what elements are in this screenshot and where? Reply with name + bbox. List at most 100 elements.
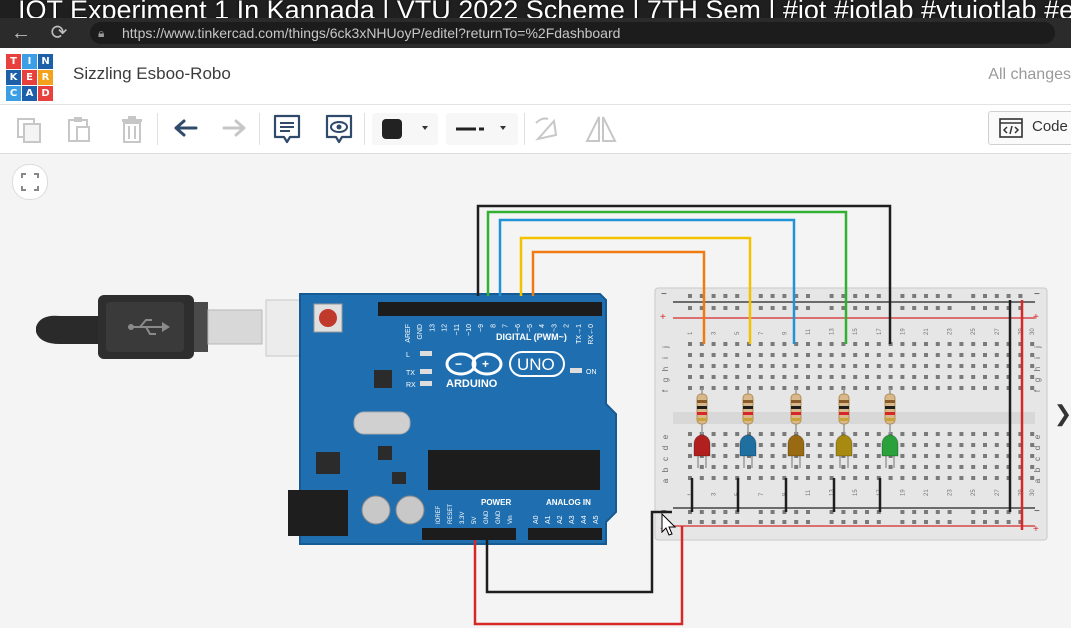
rail-hole: [806, 510, 810, 514]
rail-hole: [853, 520, 858, 524]
arduino-uno-board[interactable]: AREF GND 13 12 ~11 ~10 ~9 8 7 ~6 ~5 4 ~3 2 TX→1 RX←0 DI…: [288, 293, 617, 545]
reset-button[interactable]: [319, 309, 337, 327]
resistor-band: [743, 412, 753, 415]
usb-cable[interactable]: [36, 295, 345, 359]
led[interactable]: [835, 434, 853, 457]
breadboard-hole: [817, 454, 822, 458]
color-swatch-icon[interactable]: [372, 113, 438, 145]
rail-hole: [947, 510, 952, 514]
column-number: 23: [948, 489, 954, 496]
breadboard-hole: [723, 386, 728, 390]
back-arrow-icon[interactable]: ←: [8, 21, 34, 45]
breadboard-hole: [782, 353, 787, 357]
rail-hole: [794, 520, 799, 524]
notes-icon[interactable]: [272, 113, 302, 145]
column-number: 15: [853, 489, 859, 496]
project-title[interactable]: Sizzling Esboo-Robo: [73, 64, 231, 84]
breadboard-hole: [935, 386, 940, 390]
rail-hole: [699, 520, 704, 524]
breadboard-hole: [723, 375, 728, 379]
rail-hole: [924, 294, 928, 298]
reload-icon[interactable]: ⟳: [46, 21, 72, 45]
breadboard-hole: [935, 375, 940, 379]
breadboard-hole: [900, 454, 905, 458]
redo-icon[interactable]: [220, 113, 250, 145]
breadboard-hole: [865, 386, 869, 390]
breadboard-hole: [841, 465, 846, 469]
flip-icon[interactable]: [584, 113, 618, 145]
breadboard-hole: [699, 375, 704, 379]
notes-visibility-icon[interactable]: [324, 113, 354, 145]
breadboard-hole: [782, 375, 787, 379]
circuit-drawing: AREF GND 13 12 ~11 ~10 ~9 8 7 ~6 ~5 4 ~3 2 TX→1 RX←0 DI…: [36, 204, 1048, 626]
power-pin-label: 3.3V: [460, 512, 466, 524]
circuit-canvas[interactable]: AREF GND 13 12 ~11 ~10 ~9 8 7 ~6 ~5 4 ~3 2 TX→1 RX←0 DI…: [0, 154, 1071, 628]
column-number: 11: [806, 328, 812, 335]
led[interactable]: [739, 434, 757, 457]
breadboard-hole: [983, 443, 987, 447]
breadboard-hole: [983, 342, 987, 346]
breadboard-hole: [947, 432, 952, 436]
rotate-icon[interactable]: [532, 113, 562, 145]
rail-hole: [983, 306, 987, 310]
digital-header: [378, 302, 602, 316]
line-style-icon[interactable]: [446, 113, 518, 145]
breadboard-hole: [971, 342, 976, 346]
column-number: 21: [924, 328, 930, 335]
breadboard-hole: [758, 375, 763, 379]
breadboard-hole: [912, 353, 917, 357]
rail-hole: [876, 306, 881, 310]
url-field[interactable]: 🔒︎ https://www.tinkercad.com/things/6ck3…: [90, 22, 1055, 44]
breadboard[interactable]: − + − + − + − + jjiihhggffeeddccbbaa1133…: [654, 287, 1048, 541]
row-letter: e: [1033, 434, 1042, 439]
delete-icon[interactable]: [117, 113, 147, 145]
breadboard-hole: [806, 454, 810, 458]
breadboard-hole: [758, 432, 763, 436]
led[interactable]: [693, 434, 711, 457]
led[interactable]: [787, 434, 805, 457]
breadboard-hole: [735, 454, 740, 458]
rail-hole: [770, 520, 775, 524]
undo-icon[interactable]: [170, 113, 200, 145]
breadboard-hole: [829, 342, 834, 346]
breadboard-hole: [994, 476, 999, 480]
breadboard-hole: [983, 432, 987, 436]
breadboard-hole: [912, 454, 917, 458]
breadboard-hole: [817, 443, 822, 447]
rail-hole: [935, 306, 940, 310]
breadboard-hole: [935, 364, 940, 368]
chevron-right-icon[interactable]: ❯: [1053, 394, 1071, 434]
rail-hole: [841, 510, 846, 514]
breadboard-hole: [758, 443, 763, 447]
breadboard-hole: [806, 342, 810, 346]
breadboard-hole: [817, 353, 822, 357]
rail-hole: [876, 294, 881, 298]
breadboard-hole: [770, 443, 775, 447]
rail-hole: [758, 520, 763, 524]
power-jack: [288, 490, 348, 536]
breadboard-hole: [782, 364, 787, 368]
digital-pin-label: 8: [490, 324, 497, 328]
toolbar-divider: [157, 113, 158, 145]
breadboard-hole: [853, 353, 858, 357]
breadboard-hole: [853, 443, 858, 447]
rail-hole: [994, 294, 999, 298]
breadboard-hole: [758, 386, 763, 390]
led[interactable]: [881, 434, 899, 457]
code-button[interactable]: Code: [988, 111, 1071, 145]
tinkercad-logo[interactable]: T I N K E R C A D: [6, 54, 54, 102]
breadboard-hole: [947, 364, 952, 368]
breadboard-hole: [817, 375, 822, 379]
rail-hole: [794, 510, 799, 514]
breadboard-hole: [770, 465, 775, 469]
digital-pin-label: AREF: [405, 324, 412, 343]
rail-hole: [758, 294, 763, 298]
copy-icon[interactable]: [14, 113, 44, 145]
breadboard-hole: [806, 476, 810, 480]
paste-icon[interactable]: [64, 113, 94, 145]
breadboard-hole: [935, 465, 940, 469]
atmega-chip: [428, 450, 600, 490]
breadboard-hole: [971, 364, 976, 368]
row-letter: b: [1033, 467, 1042, 472]
breadboard-hole: [688, 443, 692, 447]
